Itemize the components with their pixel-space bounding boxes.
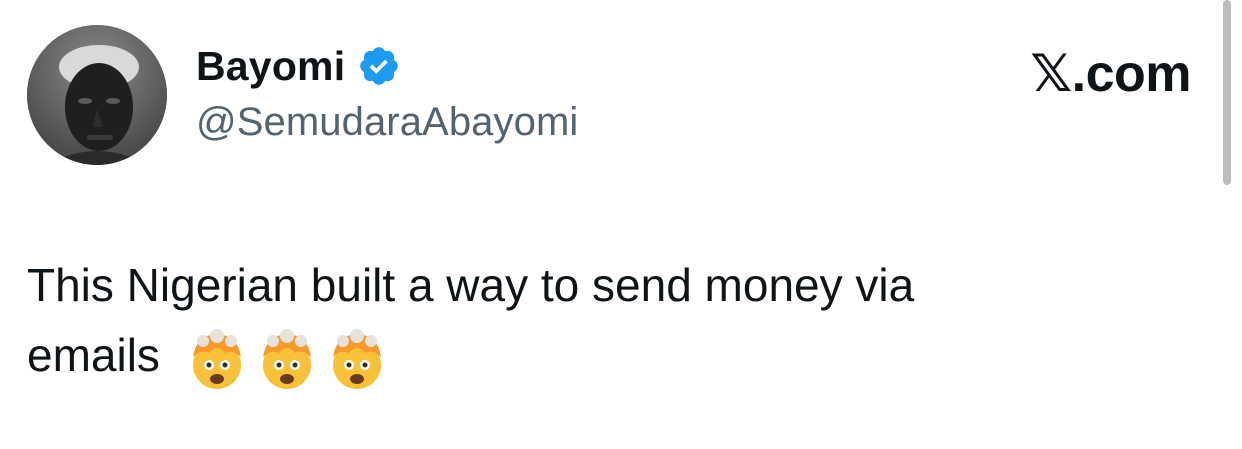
verified-badge-icon (357, 44, 401, 88)
author-name-row: Bayomi (196, 40, 401, 92)
exploding-head-emoji-icon (255, 327, 319, 391)
author-display-name[interactable]: Bayomi (196, 43, 345, 90)
x-logo-brand: 𝕏.com (1030, 45, 1191, 103)
tweet-text-line-2: emails (27, 320, 1177, 391)
tweet-text-word: emails (27, 329, 160, 381)
tweet-text-line-1: This Nigerian built a way to send money … (27, 259, 915, 311)
exploding-head-emoji-icon (185, 327, 249, 391)
tweet-body: This Nigerian built a way to send money … (27, 250, 1177, 391)
avatar[interactable] (27, 25, 167, 165)
scrollbar[interactable] (1223, 0, 1231, 185)
exploding-head-emoji-icon (325, 327, 389, 391)
author-handle[interactable]: @SemudaraAbayomi (196, 100, 578, 145)
avatar-photo (27, 25, 167, 165)
emoji-group (185, 327, 389, 391)
